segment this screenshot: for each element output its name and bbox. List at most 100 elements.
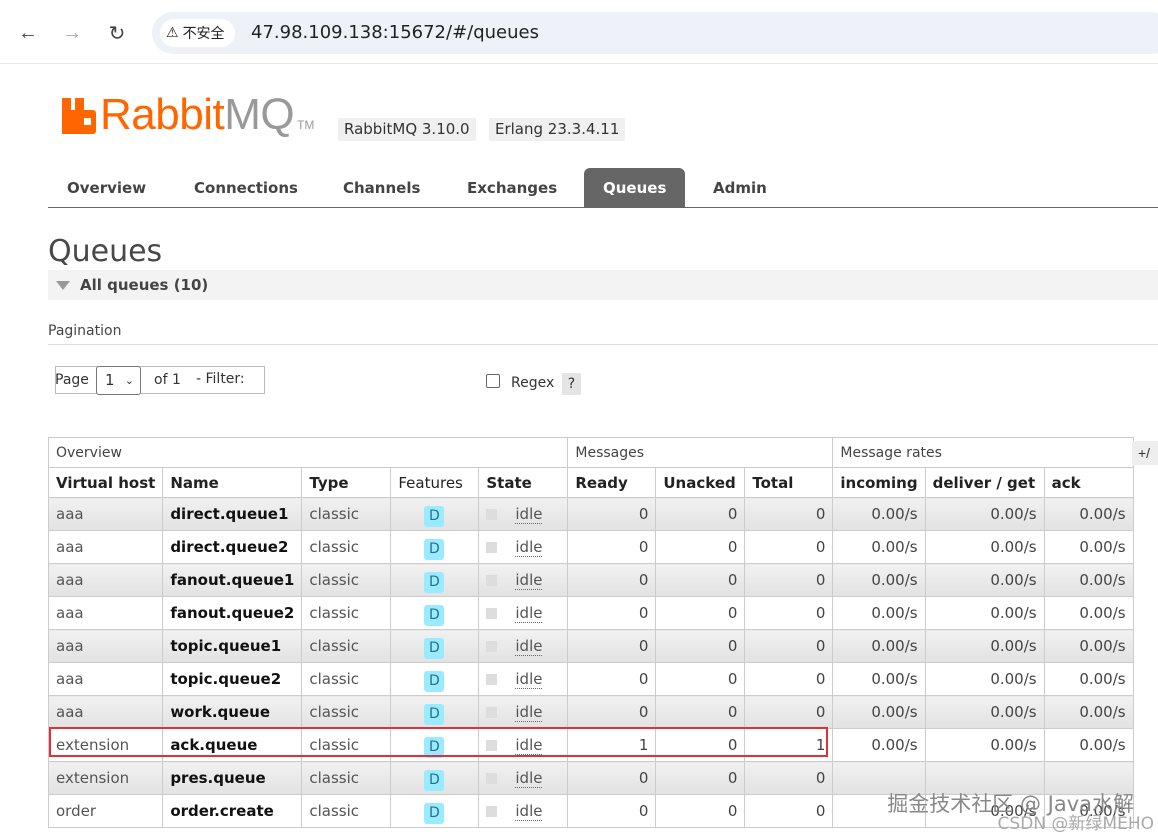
cell-ready: 0: [567, 497, 657, 531]
state-indicator-icon: [486, 740, 498, 751]
cell-state: idle: [478, 695, 569, 729]
state-indicator-icon: [486, 509, 498, 520]
table-row[interactable]: aaa fanout.queue1 classic Didle 0 0 0 0.00/s 0.0…: [47, 563, 1134, 597]
state-label: idle: [515, 769, 543, 788]
cell-queue-name[interactable]: fanout.queue2: [162, 596, 303, 630]
reload-icon[interactable]: ↻: [101, 17, 133, 49]
table-row[interactable]: aaa direct.queue2 classic Didle 0 0 0 0.00/s 0.0…: [47, 530, 1134, 564]
tab-connections[interactable]: Connections: [175, 168, 317, 208]
col-header-deliver-get[interactable]: deliver / get: [924, 467, 1045, 498]
logo-text-mq: MQ: [224, 90, 295, 139]
regex-help-button[interactable]: ?: [562, 373, 581, 395]
state-indicator-icon: [486, 542, 498, 553]
column-toggle-button[interactable]: +/: [1132, 441, 1158, 465]
cell-features: D: [390, 563, 480, 597]
tab-admin[interactable]: Admin: [694, 168, 786, 208]
cell-deliver-get-rate: 0.00/s: [924, 497, 1045, 531]
group-header-message-rates: Message rates: [832, 437, 1134, 468]
address-bar[interactable]: ⚠ 不安全 47.98.109.138:15672/#/queues: [152, 12, 1158, 54]
page-select-value: 1: [105, 371, 115, 389]
cell-virtual-host: aaa: [47, 530, 164, 564]
col-header-state[interactable]: State: [478, 467, 569, 498]
cell-queue-name[interactable]: topic.queue2: [162, 662, 303, 696]
filter-label: - Filter:: [196, 371, 245, 387]
cell-queue-name[interactable]: direct.queue2: [162, 530, 303, 564]
col-header-ack[interactable]: ack: [1043, 467, 1134, 498]
cell-features: D: [390, 530, 480, 564]
cell-state: idle: [478, 662, 569, 696]
rabbitmq-logo[interactable]: Rabbit MQ TM: [62, 90, 315, 139]
group-header-overview: Overview: [47, 437, 569, 468]
col-header-virtual-host[interactable]: Virtual host: [47, 467, 164, 498]
pagination-label: Pagination: [48, 323, 122, 339]
cell-ack-rate: 0.00/s: [1043, 497, 1134, 531]
cell-state: idle: [478, 794, 569, 828]
all-queues-section-toggle[interactable]: All queues (10): [48, 270, 1158, 300]
tab-channels[interactable]: Channels: [324, 168, 439, 208]
forward-arrow-icon[interactable]: →: [56, 17, 88, 49]
col-header-incoming[interactable]: incoming: [832, 467, 926, 498]
tab-overview[interactable]: Overview: [48, 168, 165, 208]
state-label: idle: [515, 736, 543, 755]
cell-incoming-rate: 0.00/s: [832, 563, 926, 597]
table-row[interactable]: extension ack.queue classic Didle 1 0 1 0.00/s 0…: [47, 728, 1134, 762]
state-indicator-icon: [486, 608, 498, 619]
queues-table: Overview Messages Message rates Virtual …: [47, 437, 1134, 828]
url-text[interactable]: 47.98.109.138:15672/#/queues: [251, 22, 539, 43]
page-select[interactable]: 1 ⌄: [96, 366, 141, 395]
cell-queue-name[interactable]: work.queue: [162, 695, 303, 729]
cell-deliver-get-rate: 0.00/s: [924, 728, 1045, 762]
cell-ack-rate: 0.00/s: [1043, 530, 1134, 564]
table-row[interactable]: aaa work.queue classic Didle 0 0 0 0.00/s 0.00/s…: [47, 695, 1134, 729]
col-header-name[interactable]: Name: [162, 467, 303, 498]
cell-queue-name[interactable]: fanout.queue1: [162, 563, 303, 597]
cell-features: D: [390, 662, 480, 696]
group-header-messages: Messages: [567, 437, 834, 468]
cell-ack-rate: 0.00/s: [1043, 728, 1134, 762]
cell-queue-name[interactable]: topic.queue1: [162, 629, 303, 663]
cell-ack-rate: 0.00/s: [1043, 695, 1134, 729]
logo-trademark: TM: [297, 118, 315, 132]
cell-total: 0: [744, 596, 834, 630]
tab-queues[interactable]: Queues: [584, 168, 686, 208]
cell-state: idle: [478, 728, 569, 762]
back-arrow-icon[interactable]: ←: [12, 17, 44, 49]
cell-queue-name[interactable]: pres.queue: [162, 761, 303, 795]
tab-exchanges[interactable]: Exchanges: [448, 168, 576, 208]
cell-queue-name[interactable]: direct.queue1: [162, 497, 303, 531]
col-header-unacked[interactable]: Unacked: [655, 467, 746, 498]
regex-checkbox[interactable]: [486, 374, 500, 388]
table-row[interactable]: aaa fanout.queue2 classic Didle 0 0 0 0.00/s 0.0…: [47, 596, 1134, 630]
col-header-type[interactable]: Type: [301, 467, 392, 498]
cell-type: classic: [301, 530, 392, 564]
cell-ack-rate: 0.00/s: [1043, 596, 1134, 630]
cell-type: classic: [301, 728, 392, 762]
cell-virtual-host: extension: [47, 728, 164, 762]
cell-type: classic: [301, 695, 392, 729]
durable-feature-badge: D: [424, 604, 445, 626]
col-header-total[interactable]: Total: [744, 467, 834, 498]
cell-ready: 0: [567, 662, 657, 696]
page-title: Queues: [48, 234, 163, 269]
security-chip[interactable]: ⚠ 不安全: [160, 19, 235, 47]
erlang-version: Erlang 23.3.4.11: [489, 118, 626, 141]
table-row[interactable]: aaa direct.queue1 classic Didle 0 0 0 0.00/s 0.0…: [47, 497, 1134, 531]
cell-queue-name[interactable]: order.create: [162, 794, 303, 828]
durable-feature-badge: D: [424, 571, 445, 593]
cell-type: classic: [301, 761, 392, 795]
table-row[interactable]: aaa topic.queue2 classic Didle 0 0 0 0.00/s 0.00…: [47, 662, 1134, 696]
rabbitmq-version: RabbitMQ 3.10.0: [338, 118, 476, 141]
cell-total: 0: [744, 695, 834, 729]
cell-state: idle: [478, 629, 569, 663]
cell-deliver-get-rate: 0.00/s: [924, 596, 1045, 630]
cell-queue-name[interactable]: ack.queue: [162, 728, 303, 762]
cell-ready: 0: [567, 794, 657, 828]
col-header-ready[interactable]: Ready: [567, 467, 657, 498]
state-indicator-icon: [486, 575, 498, 586]
cell-virtual-host: aaa: [47, 563, 164, 597]
table-row[interactable]: aaa topic.queue1 classic Didle 0 0 0 0.00/s 0.00…: [47, 629, 1134, 663]
cell-virtual-host: aaa: [47, 662, 164, 696]
cell-deliver-get-rate: 0.00/s: [924, 662, 1045, 696]
cell-unacked: 0: [655, 728, 746, 762]
browser-toolbar: ← → ↻ ⚠ 不安全 47.98.109.138:15672/#/queues: [0, 0, 1158, 64]
